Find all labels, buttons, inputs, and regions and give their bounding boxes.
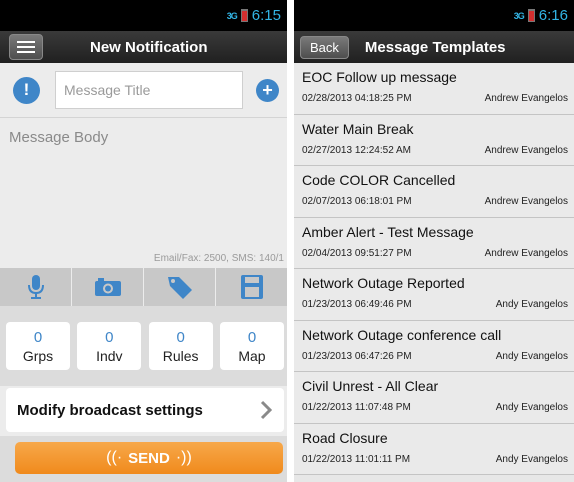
status-time: 6:15 bbox=[251, 7, 281, 24]
broadcast-wave-right-icon: ·)) bbox=[175, 449, 192, 466]
page-title: Message Templates bbox=[364, 38, 506, 56]
template-author: Andy Evangelos bbox=[495, 350, 568, 362]
counter-value: 0 bbox=[247, 328, 257, 346]
status-time: 6:16 bbox=[538, 7, 568, 24]
template-date: 02/07/2013 06:18:01 PM bbox=[302, 196, 412, 207]
character-limits: Email/Fax: 2500, SMS: 140/1 bbox=[153, 253, 284, 264]
recipient-counters: 0 Grps 0 Indv 0 Rules 0 Map bbox=[0, 306, 287, 386]
action-bar: Back Message Templates bbox=[294, 31, 574, 63]
counter-label: Map bbox=[238, 347, 266, 364]
battery-icon bbox=[527, 9, 535, 22]
modify-broadcast-label: Modify broadcast settings bbox=[17, 401, 203, 419]
list-item[interactable]: Water Main Break 02/27/2013 12:24:52 AM A… bbox=[294, 114, 574, 166]
template-author: Andrew Evangelos bbox=[484, 144, 568, 156]
back-button[interactable]: Back bbox=[300, 35, 349, 59]
template-date: 01/22/2013 11:07:48 PM bbox=[302, 402, 411, 413]
list-item[interactable]: Civil Unrest - All Clear 01/22/2013 11:0… bbox=[294, 372, 574, 424]
counter-value: 0 bbox=[176, 328, 185, 346]
list-item[interactable]: Amber Alert - Test Message 02/04/2013 09… bbox=[294, 217, 574, 269]
template-name: Amber Alert - Test Message bbox=[302, 223, 474, 240]
list-item[interactable]: Code COLOR Cancelled 02/07/2013 06:18:01… bbox=[294, 166, 574, 218]
template-author: Andrew Evangelos bbox=[484, 93, 568, 104]
list-item[interactable]: Road Closure 01/22/2013 11:01:11 PM Andy … bbox=[294, 423, 574, 475]
status-bar: 3G 6:15 bbox=[0, 0, 287, 31]
send-bar: ((· SEND ·)) bbox=[0, 436, 287, 482]
counter-value: 0 bbox=[105, 328, 114, 346]
signal-icon: 3G bbox=[513, 10, 525, 21]
template-author: Andrew Evangelos bbox=[484, 247, 568, 259]
camera-button[interactable] bbox=[72, 268, 144, 306]
template-name: Civil Unrest - All Clear bbox=[302, 378, 439, 394]
individuals-counter[interactable]: 0 Indv bbox=[77, 322, 142, 370]
save-icon bbox=[240, 275, 263, 299]
send-label: SEND bbox=[128, 449, 170, 467]
template-date: 02/04/2013 09:51:27 PM bbox=[302, 247, 412, 259]
template-date: 01/23/2013 06:49:46 PM bbox=[302, 299, 412, 310]
save-button[interactable] bbox=[216, 268, 287, 306]
microphone-button[interactable] bbox=[0, 268, 72, 306]
template-date: 01/22/2013 11:01:11 PM bbox=[302, 453, 411, 465]
screen-divider bbox=[287, 0, 294, 482]
message-body-input[interactable]: Message Body Email/Fax: 2500, SMS: 140/1 bbox=[0, 118, 287, 268]
counter-label: Rules bbox=[162, 347, 199, 364]
message-body-placeholder: Message Body bbox=[9, 129, 109, 146]
list-item[interactable]: Network Outage conference call 01/23/201… bbox=[294, 320, 574, 372]
counter-label: Grps bbox=[22, 347, 54, 364]
template-name: Water Main Break bbox=[302, 120, 414, 137]
counter-value: 0 bbox=[33, 328, 43, 346]
status-bar: 3G 6:16 bbox=[294, 0, 574, 31]
template-name: EOC Follow up message bbox=[302, 69, 457, 85]
message-templates-screen: 3G 6:16 Back Message Templates EOC Follo… bbox=[294, 0, 574, 482]
template-name: Road Closure bbox=[302, 429, 388, 446]
info-icon[interactable]: ! bbox=[13, 76, 40, 104]
new-notification-screen: 3G 6:15 New Notification ! Message Title… bbox=[0, 0, 287, 482]
modify-broadcast-settings-button[interactable]: Modify broadcast settings bbox=[6, 388, 284, 432]
counter-label: Indv bbox=[96, 347, 123, 364]
template-date: 02/28/2013 04:18:25 PM bbox=[302, 93, 412, 104]
template-author: Andy Evangelos bbox=[495, 453, 568, 465]
template-date: 02/27/2013 12:24:52 AM bbox=[302, 144, 411, 156]
action-bar: New Notification bbox=[0, 31, 287, 63]
template-list: EOC Follow up message 02/28/2013 04:18:2… bbox=[294, 63, 574, 475]
template-date: 01/23/2013 06:47:26 PM bbox=[302, 350, 412, 362]
template-author: Andrew Evangelos bbox=[484, 196, 568, 207]
attachment-toolbar bbox=[0, 268, 287, 306]
plus-icon[interactable]: + bbox=[256, 78, 279, 102]
list-item[interactable]: Network Outage Reported 01/23/2013 06:49… bbox=[294, 269, 574, 321]
tag-icon bbox=[167, 277, 192, 299]
menu-icon[interactable] bbox=[9, 34, 43, 60]
template-name: Network Outage conference call bbox=[302, 326, 502, 343]
page-title: New Notification bbox=[90, 38, 208, 56]
camera-icon bbox=[94, 278, 121, 296]
template-name: Network Outage Reported bbox=[302, 275, 465, 291]
groups-counter[interactable]: 0 Grps bbox=[6, 322, 70, 370]
template-author: Andy Evangelos bbox=[495, 402, 568, 413]
battery-icon bbox=[240, 9, 248, 22]
message-title-input[interactable]: Message Title bbox=[55, 71, 243, 109]
broadcast-wave-left-icon: ((· bbox=[106, 449, 123, 466]
rules-counter[interactable]: 0 Rules bbox=[148, 322, 213, 370]
signal-icon: 3G bbox=[226, 10, 238, 21]
message-title-row: ! Message Title + bbox=[0, 63, 287, 118]
send-button[interactable]: ((· SEND ·)) bbox=[15, 442, 283, 474]
map-counter[interactable]: 0 Map bbox=[219, 322, 284, 370]
chevron-right-icon bbox=[260, 400, 272, 420]
template-author: Andy Evangelos bbox=[495, 299, 568, 310]
template-name: Code COLOR Cancelled bbox=[302, 172, 456, 188]
microphone-icon bbox=[27, 275, 44, 299]
tag-button[interactable] bbox=[144, 268, 216, 306]
list-item[interactable]: EOC Follow up message 02/28/2013 04:18:2… bbox=[294, 63, 574, 115]
